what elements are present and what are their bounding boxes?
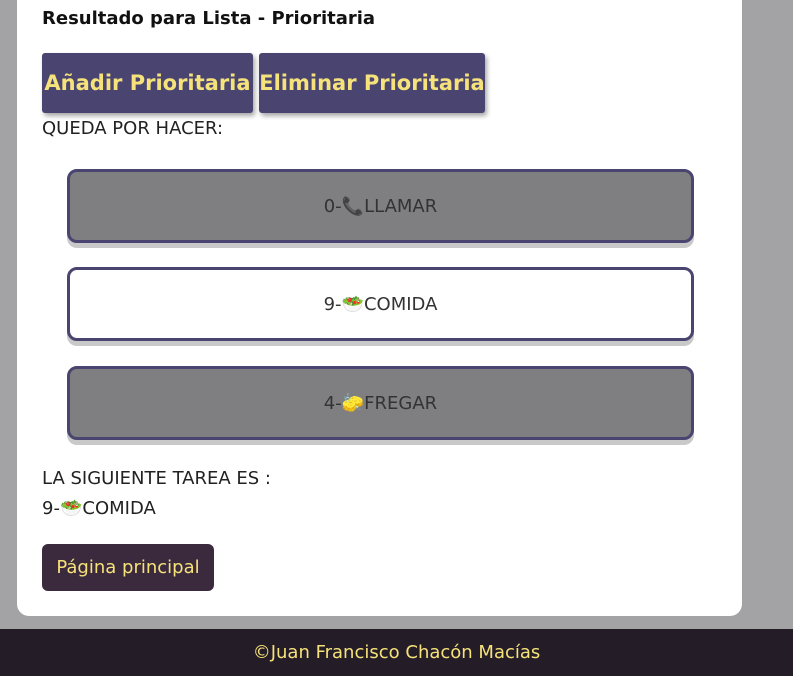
next-task-priority: 9-: [42, 498, 60, 519]
next-task-name: COMIDA: [82, 498, 156, 519]
task-priority: 4-: [323, 392, 342, 414]
task-name: LLAMAR: [364, 195, 438, 217]
sponge-icon: 🧽: [341, 392, 365, 414]
task-item-fregar[interactable]: 4- 🧽 FREGAR: [67, 366, 694, 440]
footer: ©Juan Francisco Chacón Macías: [0, 629, 793, 676]
pending-label: QUEDA POR HACER:: [42, 118, 224, 139]
task-priority: 9-: [323, 293, 342, 315]
salad-icon: 🥗: [341, 293, 364, 315]
next-task-label: LA SIGUIENTE TAREA ES :: [42, 468, 271, 489]
priority-actions: Añadir Prioritaria Eliminar Prioritaria: [42, 53, 485, 113]
add-priority-button[interactable]: Añadir Prioritaria: [42, 53, 253, 113]
phone-icon: 📞: [341, 195, 365, 217]
next-task-value: 9-🥗COMIDA: [42, 498, 156, 519]
task-name: FREGAR: [364, 392, 438, 414]
task-item-llamar[interactable]: 0- 📞 LLAMAR: [67, 169, 694, 243]
page-title: Resultado para Lista - Prioritaria: [42, 8, 376, 29]
task-priority: 0-: [323, 195, 342, 217]
remove-priority-button[interactable]: Eliminar Prioritaria: [259, 53, 485, 113]
task-item-comida[interactable]: 9- 🥗 COMIDA: [67, 267, 694, 341]
footer-copyright: ©Juan Francisco Chacón Macías: [252, 642, 541, 663]
task-name: COMIDA: [363, 293, 438, 315]
home-page-button[interactable]: Página principal: [42, 544, 214, 591]
salad-icon: 🥗: [59, 498, 83, 519]
